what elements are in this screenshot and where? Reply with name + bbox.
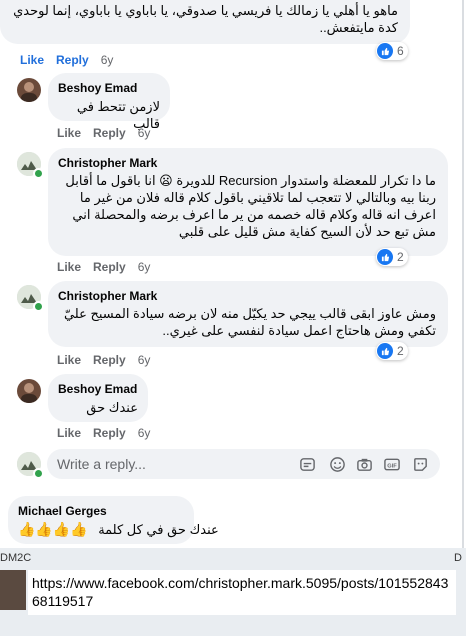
comment-author[interactable]: Christopher Mark: [58, 156, 157, 170]
comment-text: عندك حق في كل كلمة: [98, 522, 219, 537]
timestamp[interactable]: 6y: [138, 126, 151, 140]
like-icon: [377, 43, 393, 59]
reaction-count[interactable]: 2: [376, 248, 408, 266]
like-icon: [377, 343, 393, 359]
reaction-count[interactable]: 2: [376, 342, 408, 360]
comment-text-row: 👍👍👍👍 عندك حق في كل كلمة: [18, 521, 219, 539]
timestamp[interactable]: 6y: [138, 260, 151, 274]
online-indicator: [33, 468, 44, 479]
comment-author[interactable]: Michael Gerges: [18, 504, 107, 518]
comment-bubble: Christopher Mark ومش عاوز ابقى قالب ييجي…: [48, 281, 448, 347]
timestamp[interactable]: 6y: [101, 53, 114, 67]
like-icon: [377, 249, 393, 265]
timestamp[interactable]: 6y: [138, 353, 151, 367]
reply-link[interactable]: Reply: [93, 353, 126, 367]
comment-actions: Like Reply 6y: [57, 353, 162, 367]
reply-placeholder: Write a reply...: [57, 456, 146, 472]
reaction-number: 2: [397, 250, 404, 264]
comment-bubble: Beshoy Emad لازمن تتحط في قالب: [48, 73, 170, 131]
timestamp[interactable]: 6y: [138, 426, 151, 440]
thumbs-up-emoji: 👍👍👍👍: [18, 521, 88, 537]
app-thumbnail[interactable]: [0, 570, 26, 610]
emoji-icon[interactable]: [328, 455, 346, 473]
reaction-number: 2: [397, 344, 404, 358]
like-link[interactable]: Like: [57, 353, 81, 367]
avatar[interactable]: [17, 78, 41, 102]
comment-actions: Like Reply 6y: [57, 426, 162, 440]
comment-text: ومش عاوز ابقى قالب ييجي حد يكيّل منه لان…: [63, 306, 436, 338]
svg-text:GIF: GIF: [387, 463, 397, 469]
avatar-sticker-icon[interactable]: [411, 455, 429, 473]
comment-bubble: Beshoy Emad عندك حق: [48, 374, 148, 422]
scrollbar-track[interactable]: [462, 0, 464, 548]
online-indicator: [33, 168, 44, 179]
comment-author[interactable]: Beshoy Emad: [58, 81, 137, 95]
camera-icon[interactable]: [355, 455, 373, 473]
like-link[interactable]: Like: [57, 260, 81, 274]
taskbar-right-label[interactable]: D: [454, 552, 462, 564]
comment-bubble: Christopher Mark ما دا تكرار للمعضلة واس…: [48, 148, 448, 256]
comment-author[interactable]: Christopher Mark: [58, 289, 157, 303]
gif-icon[interactable]: GIF: [383, 455, 401, 473]
comment-bubble-top: ماهو يا أهلي يا زمالك يا فريسي يا صدوقي،…: [0, 0, 410, 44]
avatar[interactable]: [17, 379, 41, 403]
like-link[interactable]: Like: [20, 53, 44, 67]
reply-link[interactable]: Reply: [93, 260, 126, 274]
comment-text: ماهو يا أهلي يا زمالك يا فريسي يا صدوقي،…: [13, 3, 398, 35]
comment-actions: Like Reply 6y: [57, 260, 162, 274]
comment-bubble: Michael Gerges 👍👍👍👍 عندك حق في كل كلمة: [8, 496, 219, 544]
comment-actions: Like Reply 6y: [20, 53, 125, 67]
like-link[interactable]: Like: [57, 426, 81, 440]
comment-text: ما دا تكرار للمعضلة واستدوار Recursion ل…: [65, 173, 436, 239]
online-indicator: [33, 301, 44, 312]
comment-text: عندك حق: [86, 400, 138, 415]
reaction-number: 6: [397, 44, 404, 58]
url-text[interactable]: https://www.facebook.com/christopher.mar…: [28, 570, 456, 615]
comment-actions: Like Reply 6y: [57, 126, 162, 140]
reply-input[interactable]: Write a reply... GIF: [47, 449, 440, 479]
reply-link[interactable]: Reply: [56, 53, 89, 67]
like-link[interactable]: Like: [57, 126, 81, 140]
reaction-count[interactable]: 6: [376, 42, 408, 60]
sticker-icon[interactable]: [298, 455, 316, 473]
reply-link[interactable]: Reply: [93, 426, 126, 440]
taskbar-label[interactable]: DM2C: [0, 552, 31, 564]
reply-link[interactable]: Reply: [93, 126, 126, 140]
comment-author[interactable]: Beshoy Emad: [58, 382, 137, 396]
